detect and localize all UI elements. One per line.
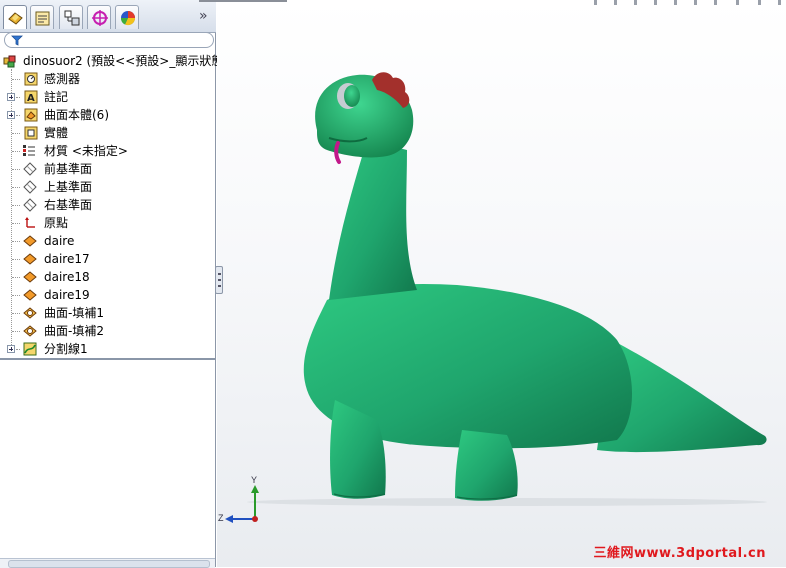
property-manager-tab[interactable] — [30, 5, 54, 29]
tree-item-annotations[interactable]: A 註記 — [0, 88, 215, 106]
axis-triad-icon — [225, 485, 259, 523]
tree-item-label: 分割線1 — [44, 342, 88, 356]
expand-plus-icon[interactable] — [7, 345, 15, 353]
material-icon — [23, 145, 35, 156]
tree-separator — [0, 358, 215, 360]
expand-plus-icon[interactable] — [7, 111, 15, 119]
coordinate-triad: Y Z — [218, 475, 269, 527]
tree-item-label: 實體 — [44, 126, 69, 140]
tree-item-label: daire19 — [44, 288, 90, 302]
filter-funnel-icon — [11, 35, 23, 46]
triad-y-label: Y — [251, 475, 258, 485]
expand-plus-icon[interactable] — [7, 93, 15, 101]
tree-item-solid-bodies[interactable]: 實體 — [0, 124, 215, 142]
surface-bodies-icon — [24, 108, 38, 122]
solid-bodies-icon — [24, 126, 38, 140]
surface-feature-icon — [23, 289, 37, 301]
split-line-icon — [23, 342, 37, 356]
surface-feature-icon — [23, 253, 37, 265]
feature-manager-panel: » dinosuor2 (預設<<預設>_顯示狀態 感測器 A 註記 曲面本體(… — [0, 0, 223, 568]
tree-item-daire19[interactable]: daire19 — [0, 286, 215, 304]
origin-icon — [25, 217, 35, 228]
dimxpert-crosshair-icon — [92, 10, 108, 26]
configuration-manager-tab[interactable] — [59, 5, 83, 29]
tree-item-label: 原點 — [44, 216, 69, 230]
tree-item-top-plane[interactable]: 上基準面 — [0, 178, 215, 196]
tree-item-label: 曲面-填補2 — [44, 324, 104, 338]
tree-item-daire18[interactable]: daire18 — [0, 268, 215, 286]
tree-item-label: 前基準面 — [44, 162, 93, 176]
tree-item-label: 上基準面 — [44, 180, 93, 194]
panel-splitter-handle[interactable] — [215, 266, 223, 294]
site-watermark: 三維网www.3dportal.cn — [593, 546, 766, 561]
surface-feature-icon — [23, 235, 37, 247]
part-icon — [3, 55, 16, 68]
tree-item-label: 曲面本體(6) — [44, 108, 109, 122]
annotation-icon: A — [24, 90, 38, 104]
feature-tree-icon — [8, 12, 23, 25]
heads-up-toolbar-edge — [199, 0, 287, 2]
property-manager-icon — [35, 11, 50, 26]
tree-item-surface-fill-2[interactable]: 曲面-填補2 — [0, 322, 215, 340]
tree-item-material[interactable]: 材質 <未指定> — [0, 142, 215, 160]
tree-item-label: daire18 — [44, 270, 90, 284]
sensor-icon — [24, 72, 38, 86]
tree-item-surface-fill-1[interactable]: 曲面-填補1 — [0, 304, 215, 322]
tree-item-front-plane[interactable]: 前基準面 — [0, 160, 215, 178]
dinosaur-model[interactable] — [217, 0, 786, 567]
tree-item-split-line-1[interactable]: 分割線1 — [0, 340, 215, 358]
tree-item-daire[interactable]: daire — [0, 232, 215, 250]
plane-icon — [23, 162, 37, 176]
tree-item-label: 感測器 — [44, 72, 81, 86]
tree-item-sensors[interactable]: 感測器 — [0, 70, 215, 88]
heads-up-view-toolbar — [586, 0, 786, 6]
feature-tree-filter[interactable] — [4, 32, 214, 48]
expand-panel-chevron-icon[interactable]: » — [199, 9, 208, 23]
manager-tab-strip: » — [0, 0, 216, 33]
tree-item-label: daire17 — [44, 252, 90, 266]
graphics-area[interactable]: Y Z 三維网www.3dportal.cn — [217, 0, 786, 567]
tree-item-label: daire — [44, 234, 75, 248]
dimxpert-manager-tab[interactable] — [87, 5, 111, 29]
feature-manager-tab[interactable] — [3, 5, 27, 29]
plane-icon — [23, 180, 37, 194]
tree-item-label: 曲面-填補1 — [44, 306, 104, 320]
tree-root-part[interactable]: dinosuor2 (預設<<預設>_顯示狀態 — [0, 52, 223, 70]
tree-item-daire17[interactable]: daire17 — [0, 250, 215, 268]
surface-feature-icon — [23, 271, 37, 283]
surface-fill-icon — [23, 307, 37, 319]
display-manager-tab[interactable] — [115, 5, 139, 29]
surface-fill-icon — [23, 325, 37, 337]
svg-text:A: A — [27, 93, 35, 104]
plane-icon — [23, 198, 37, 212]
tree-item-surface-bodies[interactable]: 曲面本體(6) — [0, 106, 215, 124]
tree-item-label: 右基準面 — [44, 198, 93, 212]
feature-tree: dinosuor2 (預設<<預設>_顯示狀態 感測器 A 註記 曲面本體(6)… — [0, 51, 223, 361]
tree-item-right-plane[interactable]: 右基準面 — [0, 196, 215, 214]
triad-z-label: Z — [218, 513, 224, 523]
tree-item-label: 註記 — [44, 90, 69, 104]
tree-root-label: dinosuor2 (預設<<預設>_顯示狀態 — [23, 54, 224, 68]
tree-item-label: 材質 <未指定> — [44, 144, 128, 158]
tree-item-origin[interactable]: 原點 — [0, 214, 215, 232]
display-manager-pie-icon — [120, 11, 136, 26]
configuration-manager-icon — [64, 10, 80, 26]
